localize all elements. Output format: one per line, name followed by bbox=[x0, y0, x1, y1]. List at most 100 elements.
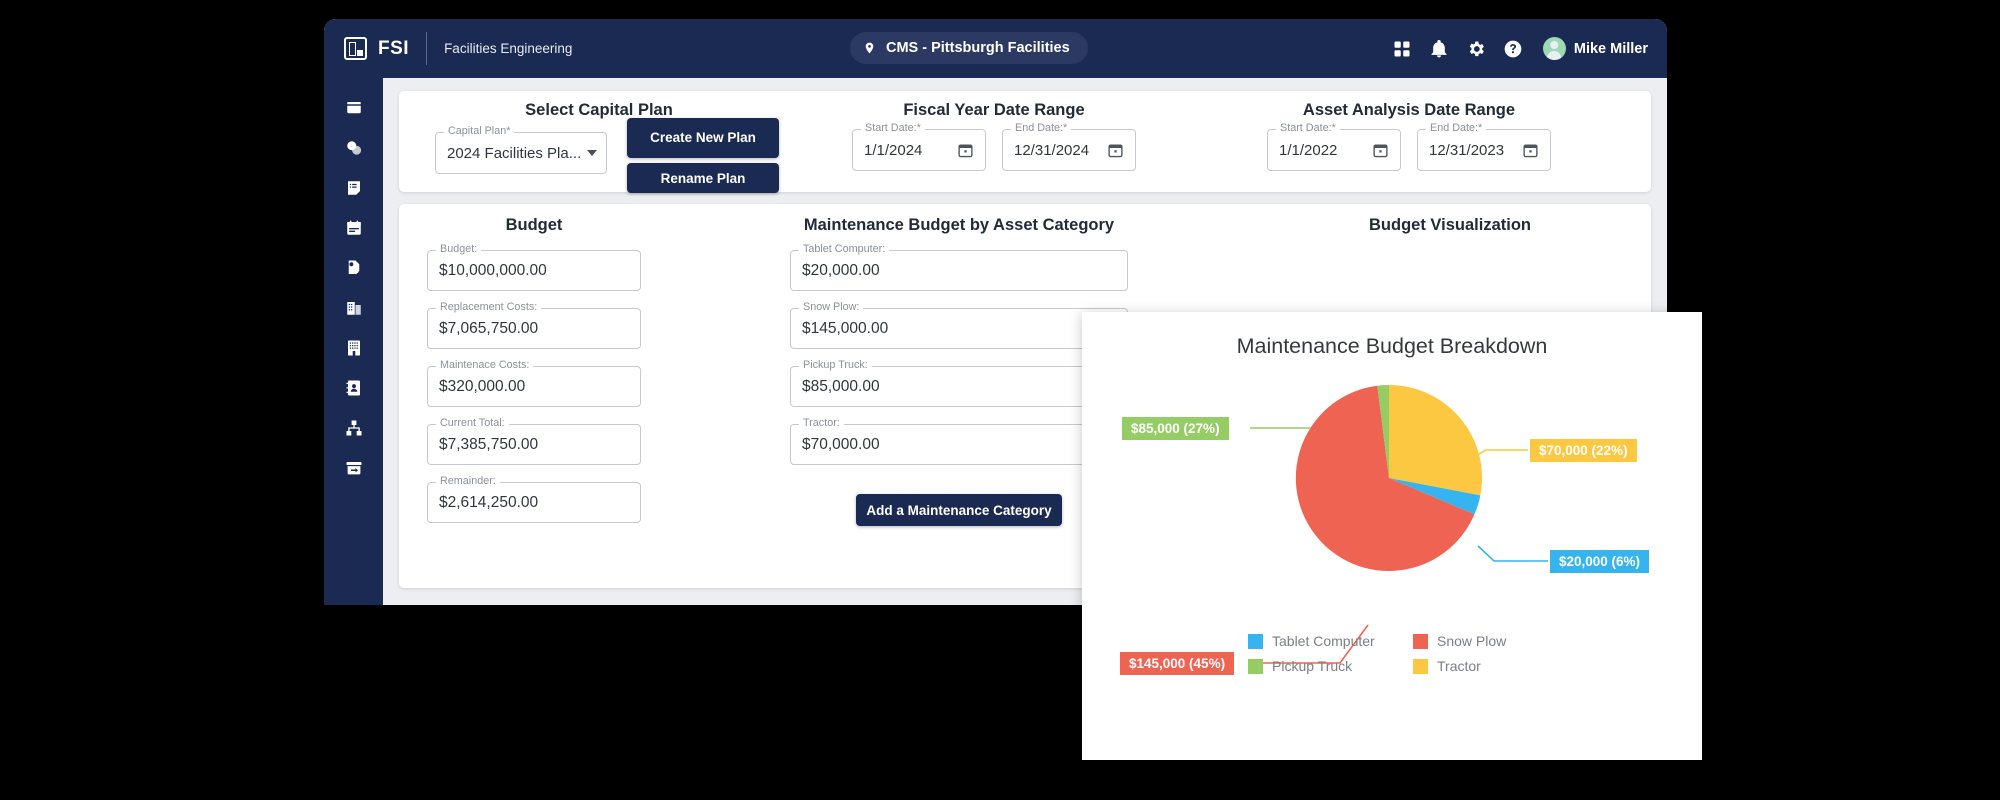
pie-label-pickup-truck: $85,000 (27%) bbox=[1122, 417, 1229, 440]
pie-chart-svg bbox=[1295, 384, 1483, 571]
asset-start-date-field[interactable]: Start Date:* 1/1/2022 bbox=[1267, 122, 1401, 171]
fsi-building-logo-icon bbox=[344, 37, 367, 60]
budget-field-value: $2,614,250.00 bbox=[439, 493, 539, 511]
legend-item-tablet-computer[interactable]: Tablet Computer bbox=[1248, 633, 1413, 649]
legend-item-tractor[interactable]: Tractor bbox=[1413, 658, 1578, 674]
chevron-down-icon bbox=[587, 150, 598, 156]
top-navigation-bar: FSI Facilities Engineering CMS - Pittsbu… bbox=[324, 19, 1667, 78]
budget-field-label: Remainder: bbox=[436, 475, 500, 487]
maintenance-budget-chart-panel: Maintenance Budget Breakdown $85,000 (27… bbox=[1082, 312, 1702, 760]
fiscal-start-date-field[interactable]: Start Date:* 1/1/2024 bbox=[852, 122, 986, 171]
asset-start-date-value: 1/1/2022 bbox=[1279, 141, 1338, 159]
legend-swatch-icon bbox=[1248, 633, 1263, 649]
sidebar-item-contacts[interactable] bbox=[324, 368, 383, 408]
budget-field-value: $10,000,000.00 bbox=[439, 261, 547, 279]
sidebar-item-calendar[interactable] bbox=[324, 208, 383, 248]
plan-action-buttons: Create New Plan Rename Plan bbox=[627, 118, 779, 193]
budget-field-value: $320,000.00 bbox=[439, 377, 526, 395]
legend-label: Snow Plow bbox=[1437, 633, 1507, 649]
location-selector-pill[interactable]: CMS - Pittsburgh Facilities bbox=[850, 32, 1088, 64]
note-document-icon bbox=[347, 181, 360, 195]
maintenance-field-snow-plow[interactable]: Snow Plow: $145,000.00 bbox=[790, 301, 1128, 349]
user-name: Mike Miller bbox=[1573, 40, 1648, 57]
app-subtitle: Facilities Engineering bbox=[444, 41, 573, 56]
pie-label-tablet-computer: $20,000 (6%) bbox=[1550, 550, 1650, 573]
user-menu[interactable]: Mike Miller bbox=[1542, 37, 1648, 60]
maintenance-field-label: Pickup Truck: bbox=[799, 359, 872, 371]
budget-field-label: Current Total: bbox=[436, 417, 509, 429]
sidebar-item-properties[interactable] bbox=[324, 328, 383, 368]
maintenance-field-pickup-truck[interactable]: Pickup Truck: $85,000.00 bbox=[790, 359, 1128, 407]
fiscal-start-date-label: Start Date:* bbox=[861, 122, 925, 134]
sidebar-item-notes[interactable] bbox=[324, 168, 383, 208]
rename-plan-button[interactable]: Rename Plan bbox=[627, 163, 779, 193]
budget-field-label: Budget: bbox=[436, 243, 482, 255]
legend-swatch-icon bbox=[1413, 633, 1428, 649]
maintenance-field-label: Snow Plow: bbox=[799, 301, 864, 313]
sidebar-item-archive[interactable] bbox=[324, 448, 383, 488]
chart-legend: Tablet Computer Snow Plow Pickup Truck T… bbox=[1248, 633, 1578, 674]
budget-field-remainder[interactable]: Remainder: $2,614,250.00 bbox=[427, 475, 641, 523]
maintenance-field-value: $70,000.00 bbox=[802, 435, 880, 453]
calendar-picker-icon[interactable] bbox=[1372, 142, 1389, 159]
help-question-icon[interactable] bbox=[1503, 39, 1523, 59]
budget-field-current-total[interactable]: Current Total: $7,385,750.00 bbox=[427, 417, 641, 465]
sidebar-item-facilities[interactable] bbox=[324, 288, 383, 328]
header-actions: Mike Miller bbox=[1392, 19, 1648, 78]
maintenance-field-value: $145,000.00 bbox=[802, 319, 889, 337]
sidebar-item-org-chart[interactable] bbox=[324, 408, 383, 448]
archive-export-icon bbox=[346, 462, 361, 475]
asset-end-date-label: End Date:* bbox=[1426, 122, 1487, 134]
buildings-icon bbox=[346, 302, 361, 315]
asset-end-date-field[interactable]: End Date:* 12/31/2023 bbox=[1417, 122, 1551, 171]
budget-fields: Budget: $10,000,000.00 Replacement Costs… bbox=[399, 243, 669, 523]
capital-plan-value: 2024 Facilities Pla... bbox=[447, 144, 582, 162]
add-maintenance-category-button[interactable]: Add a Maintenance Category bbox=[856, 494, 1062, 526]
legend-item-snow-plow[interactable]: Snow Plow bbox=[1413, 633, 1578, 649]
maintenance-field-value: $85,000.00 bbox=[802, 377, 880, 395]
maintenance-field-tractor[interactable]: Tractor: $70,000.00 bbox=[790, 417, 1128, 465]
select-capital-plan-section: Select Capital Plan Capital Plan* 2024 F… bbox=[399, 101, 799, 214]
budget-visualization-title: Budget Visualization bbox=[1369, 216, 1531, 234]
fiscal-end-date-field[interactable]: End Date:* 12/31/2024 bbox=[1002, 122, 1136, 171]
fiscal-year-section: Fiscal Year Date Range Start Date:* 1/1/… bbox=[799, 101, 1189, 174]
office-building-icon bbox=[347, 340, 360, 356]
sidebar-item-work-orders[interactable] bbox=[324, 248, 383, 288]
maintenance-field-label: Tablet Computer: bbox=[799, 243, 890, 255]
pie-chart[interactable] bbox=[1292, 381, 1486, 575]
fiscal-start-date-value: 1/1/2024 bbox=[864, 141, 923, 159]
legend-label: Tractor bbox=[1437, 658, 1481, 674]
brand-logo-group[interactable]: FSI bbox=[344, 37, 409, 60]
maintenance-field-tablet-computer[interactable]: Tablet Computer: $20,000.00 bbox=[790, 243, 1128, 291]
gear-settings-icon[interactable] bbox=[1466, 39, 1486, 59]
pie-label-tractor: $70,000 (22%) bbox=[1530, 439, 1637, 462]
calendar-picker-icon[interactable] bbox=[1107, 142, 1124, 159]
grid-apps-icon[interactable] bbox=[1392, 39, 1412, 59]
left-sidebar bbox=[324, 78, 383, 605]
maintenance-field-value: $20,000.00 bbox=[802, 261, 880, 279]
pie-slice-tractor[interactable] bbox=[1389, 385, 1483, 496]
create-new-plan-button[interactable]: Create New Plan bbox=[627, 118, 779, 158]
capital-plan-select[interactable]: Capital Plan* 2024 Facilities Pla... bbox=[435, 125, 607, 174]
document-check-icon bbox=[348, 260, 359, 274]
calendar-picker-icon[interactable] bbox=[957, 142, 974, 159]
sidebar-item-inbox[interactable] bbox=[324, 88, 383, 128]
contacts-book-icon bbox=[346, 380, 360, 396]
map-pin-icon bbox=[865, 42, 874, 54]
sidebar-item-assets[interactable] bbox=[324, 128, 383, 168]
legend-swatch-icon bbox=[1413, 658, 1428, 674]
asset-start-date-label: Start Date:* bbox=[1276, 122, 1340, 134]
budget-field-replacement-costs[interactable]: Replacement Costs: $7,065,750.00 bbox=[427, 301, 641, 349]
screen-root: FSI Facilities Engineering CMS - Pittsbu… bbox=[0, 0, 2000, 800]
location-label: CMS - Pittsburgh Facilities bbox=[886, 40, 1070, 56]
budget-field-value: $7,385,750.00 bbox=[439, 435, 539, 453]
asset-analysis-title: Asset Analysis Date Range bbox=[1302, 101, 1516, 119]
fiscal-year-title: Fiscal Year Date Range bbox=[903, 101, 1085, 119]
budget-field-maintenance-costs[interactable]: Maintenace Costs: $320,000.00 bbox=[427, 359, 641, 407]
legend-item-pickup-truck[interactable]: Pickup Truck bbox=[1248, 658, 1413, 674]
bell-notification-icon[interactable] bbox=[1429, 39, 1449, 59]
calendar-picker-icon[interactable] bbox=[1522, 142, 1539, 159]
budget-field-budget[interactable]: Budget: $10,000,000.00 bbox=[427, 243, 641, 291]
asset-analysis-section: Asset Analysis Date Range Start Date:* 1… bbox=[1189, 101, 1629, 174]
fiscal-end-date-value: 12/31/2024 bbox=[1014, 141, 1090, 159]
